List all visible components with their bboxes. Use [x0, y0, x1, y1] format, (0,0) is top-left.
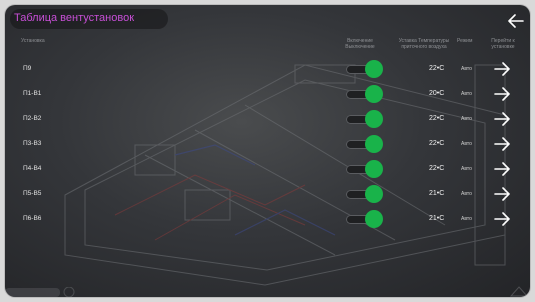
table-row: П4-В4 22•C Авто: [5, 157, 530, 181]
table-row: П2-В2 22•C Авто: [5, 107, 530, 131]
setpoint-value[interactable]: 22•C: [429, 140, 444, 147]
unit-name: П1-В1: [23, 90, 42, 97]
arrow-right-icon[interactable]: [493, 85, 511, 103]
table-row: П3-В3 22•C Авто: [5, 132, 530, 156]
power-toggle[interactable]: [346, 210, 383, 228]
mode-value[interactable]: Авто: [461, 66, 472, 72]
setpoint-value[interactable]: 22•C: [429, 115, 444, 122]
power-toggle[interactable]: [346, 60, 383, 78]
mode-value[interactable]: Авто: [461, 216, 472, 222]
toggle-knob: [365, 160, 383, 178]
power-toggle[interactable]: [346, 185, 383, 203]
column-header-mode: Режим: [457, 38, 473, 44]
faded-warning-icon: [510, 286, 528, 297]
unit-name: П2-В2: [23, 115, 42, 122]
unit-name: П4-В4: [23, 165, 42, 172]
back-arrow-icon[interactable]: [508, 14, 524, 28]
unit-name: П6-В6: [23, 215, 42, 222]
mode-value[interactable]: Авто: [461, 91, 472, 97]
mode-value[interactable]: Авто: [461, 166, 472, 172]
app-window: Таблица вентустановок Установка Включени…: [5, 5, 530, 297]
mode-value[interactable]: Авто: [461, 141, 472, 147]
unit-name: П9: [23, 65, 32, 72]
arrow-right-icon[interactable]: [493, 60, 511, 78]
column-header-unit: Установка: [21, 38, 45, 44]
setpoint-value[interactable]: 21•C: [429, 190, 444, 197]
column-header-setpoint: Уставка Температуры приточного воздуха: [398, 38, 450, 50]
unit-name: П3-В3: [23, 140, 42, 147]
setpoint-value[interactable]: 22•C: [429, 65, 444, 72]
toggle-knob: [365, 110, 383, 128]
toggle-knob: [365, 135, 383, 153]
arrow-right-icon[interactable]: [493, 210, 511, 228]
setpoint-value[interactable]: 21•C: [429, 215, 444, 222]
table-row: П6-В6 21•C Авто: [5, 207, 530, 231]
arrow-right-icon[interactable]: [493, 160, 511, 178]
arrow-right-icon[interactable]: [493, 110, 511, 128]
table-row: П1-В1 20•C Авто: [5, 82, 530, 106]
arrow-right-icon[interactable]: [493, 185, 511, 203]
power-toggle[interactable]: [346, 110, 383, 128]
column-header-open: Перейти к установке: [491, 38, 515, 50]
toggle-knob: [365, 210, 383, 228]
table-row: П5-В5 21•C Авто: [5, 182, 530, 206]
mode-value[interactable]: Авто: [461, 116, 472, 122]
column-header-power: Включение Выключение: [345, 38, 375, 50]
toggle-knob: [365, 60, 383, 78]
toggle-knob: [365, 185, 383, 203]
page-title: Таблица вентустановок: [14, 12, 135, 24]
arrow-right-icon[interactable]: [493, 135, 511, 153]
setpoint-value[interactable]: 22•C: [429, 165, 444, 172]
power-toggle[interactable]: [346, 85, 383, 103]
mode-value[interactable]: Авто: [461, 191, 472, 197]
unit-name: П5-В5: [23, 190, 42, 197]
setpoint-value[interactable]: 20•C: [429, 90, 444, 97]
faded-footer-control: [5, 287, 75, 297]
power-toggle[interactable]: [346, 160, 383, 178]
power-toggle[interactable]: [346, 135, 383, 153]
toggle-knob: [365, 85, 383, 103]
table-row: П9 22•C Авто: [5, 57, 530, 81]
